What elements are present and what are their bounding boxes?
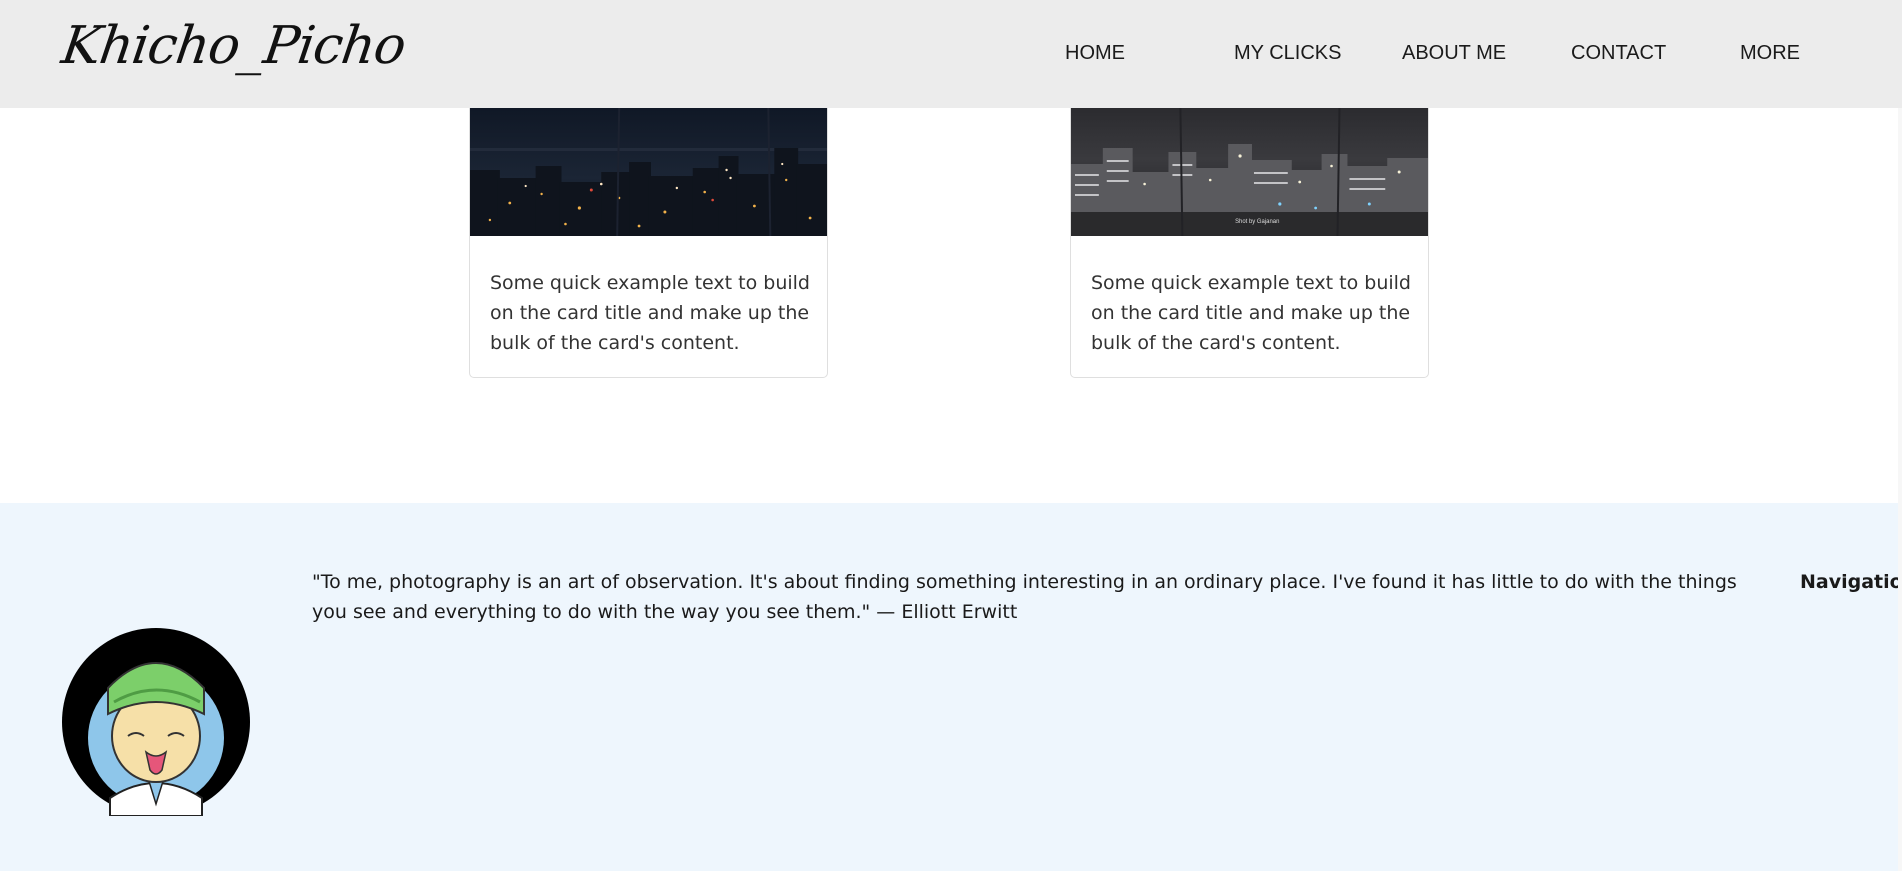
- avatar: [62, 628, 250, 816]
- city-night-photo: [470, 108, 827, 236]
- card-text: Some quick example text to build on the …: [1091, 272, 1411, 354]
- nav-home[interactable]: HOME: [1065, 42, 1125, 65]
- photo-card: Some quick example text to build on the …: [469, 108, 828, 378]
- footer-navigation-heading: Navigation: [1800, 571, 1902, 593]
- photo-card: Shot by Gajanan Some quick example text …: [1070, 108, 1429, 378]
- footer: "To me, photography is an art of observa…: [0, 503, 1902, 871]
- page-scrollbar[interactable]: [1898, 0, 1902, 871]
- brand-logo[interactable]: Khicho_Picho: [58, 16, 409, 76]
- top-navbar: Khicho_Picho HOME MY CLICKS ABOUT ME CON…: [0, 0, 1902, 108]
- nav-more[interactable]: MORE: [1740, 42, 1800, 65]
- nav-about-me[interactable]: ABOUT ME: [1402, 42, 1506, 65]
- nav-my-clicks[interactable]: MY CLICKS: [1234, 42, 1341, 65]
- photo-watermark: Shot by Gajanan: [1235, 219, 1279, 225]
- city-night-photo: Shot by Gajanan: [1071, 108, 1428, 236]
- footer-quote: "To me, photography is an art of observa…: [312, 571, 1737, 623]
- nav-contact[interactable]: CONTACT: [1571, 42, 1666, 65]
- card-text: Some quick example text to build on the …: [490, 272, 810, 354]
